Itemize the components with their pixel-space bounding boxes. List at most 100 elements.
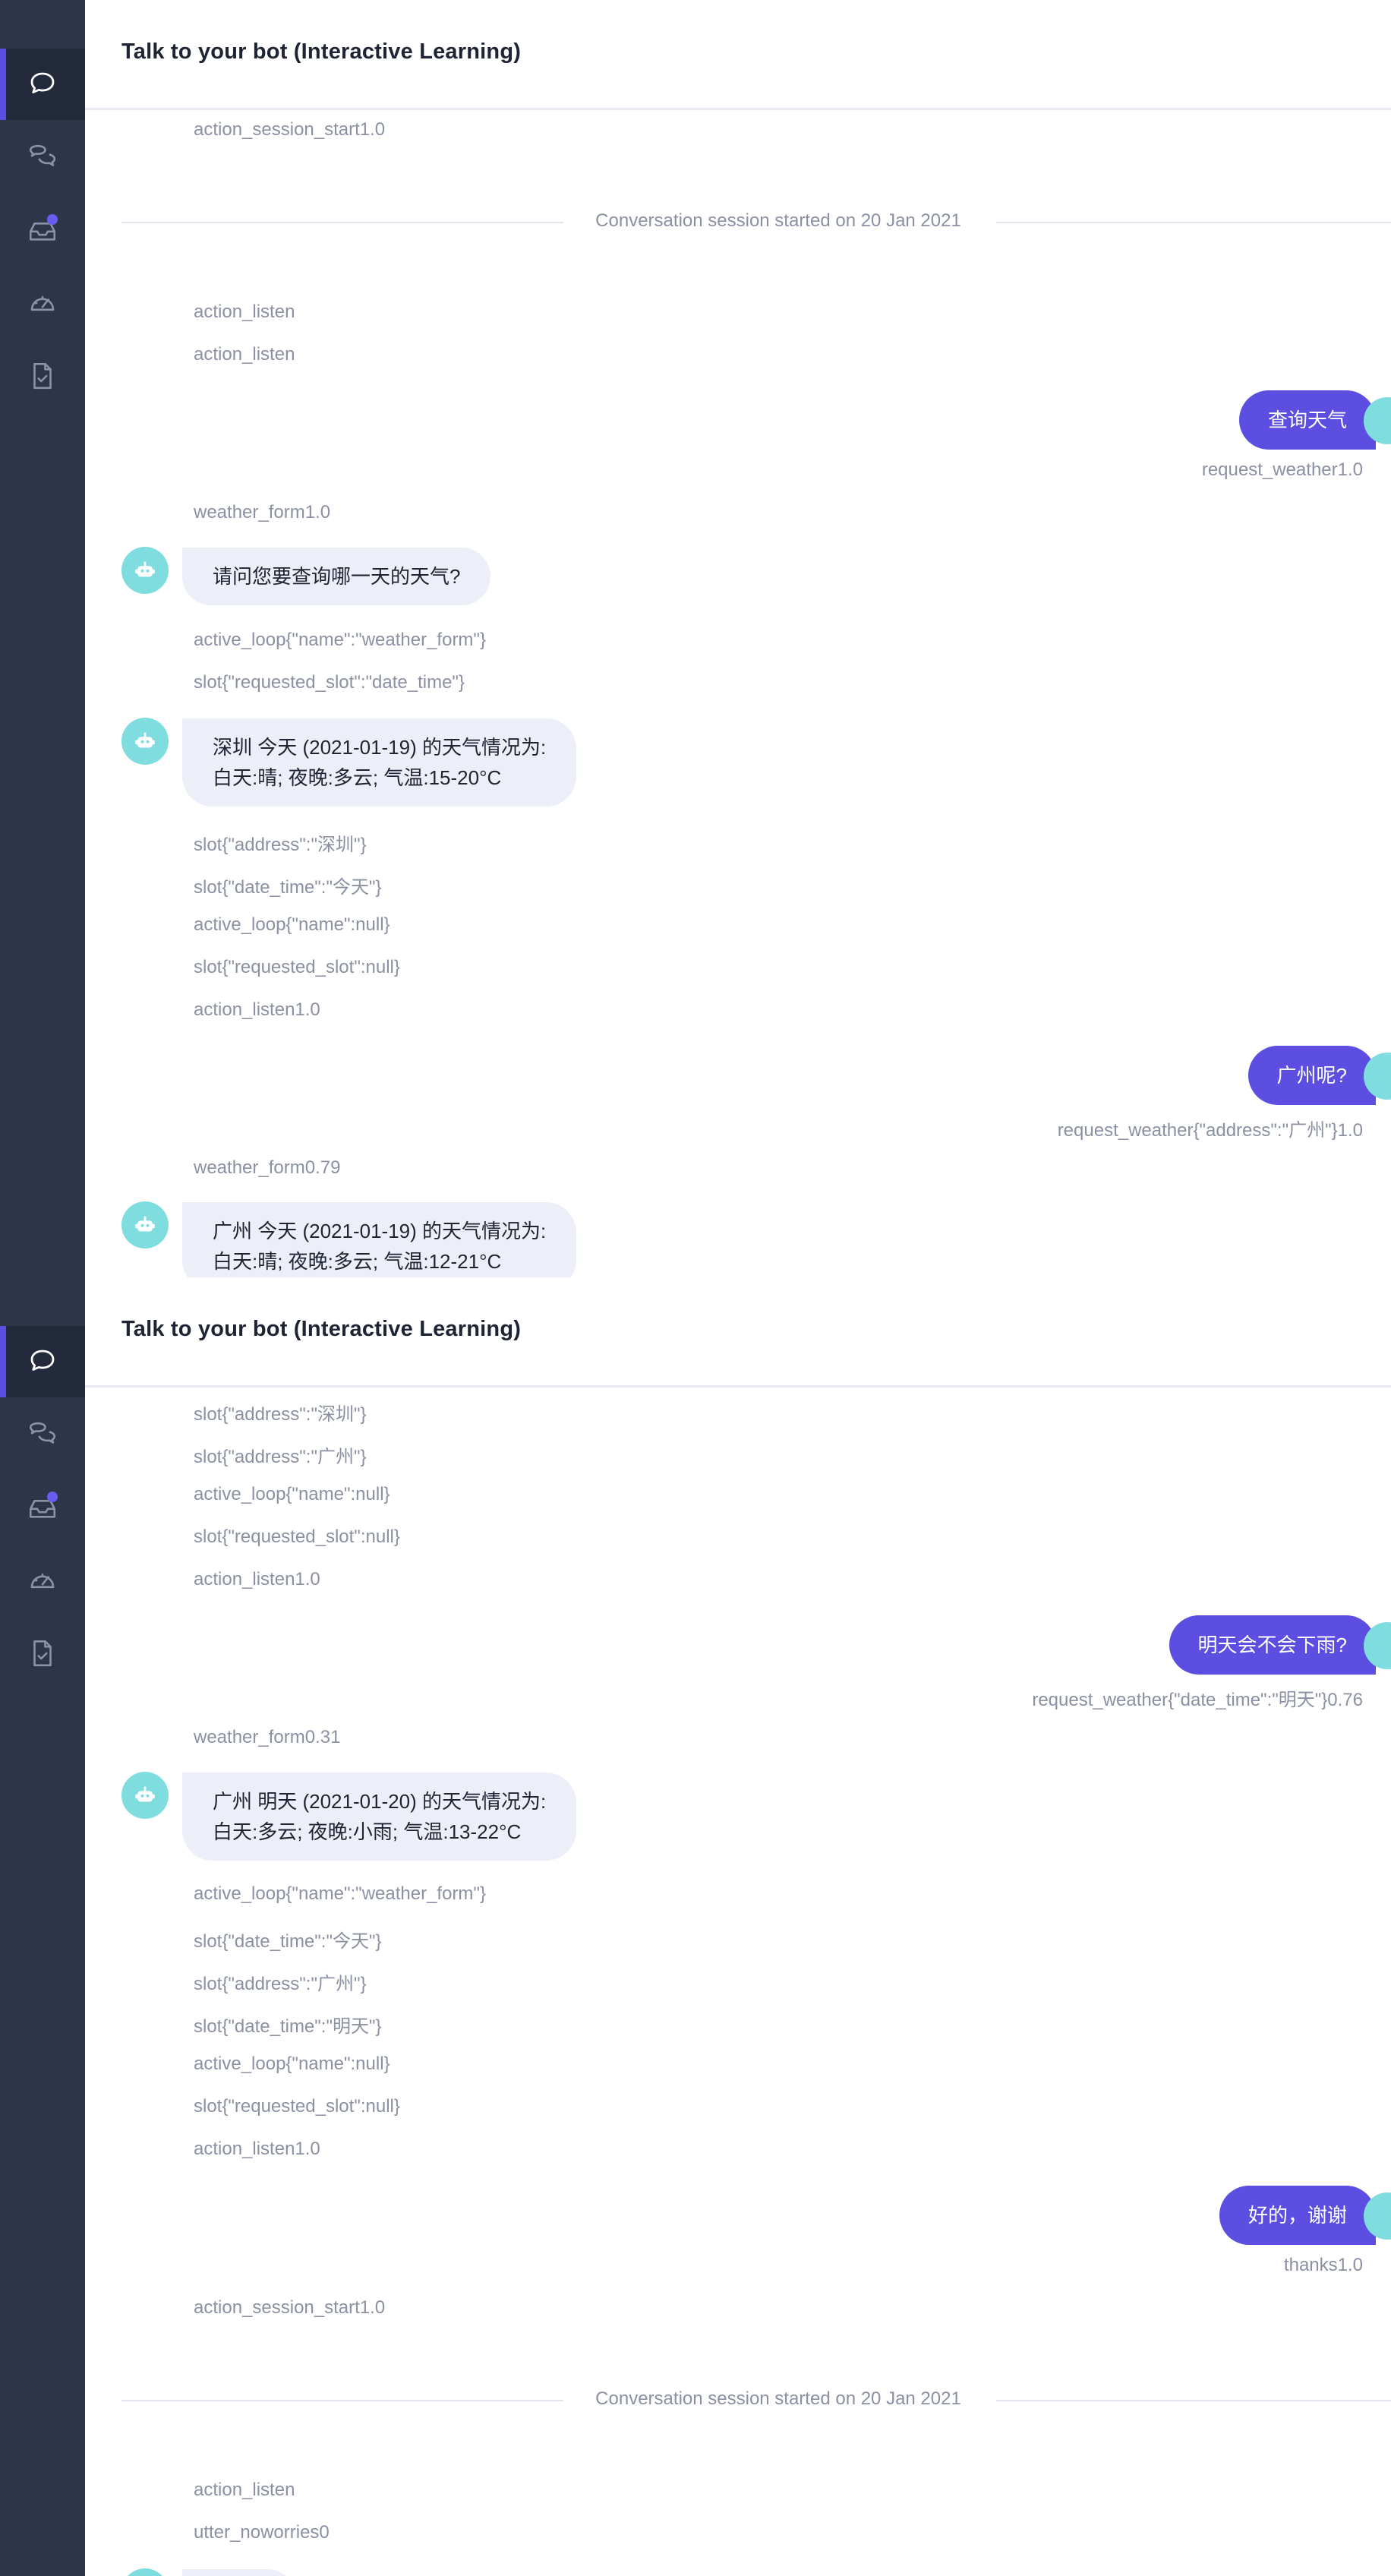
checklist-icon [33, 1640, 52, 1667]
bot-avatar [121, 1201, 169, 1249]
robot-icon [135, 1786, 155, 1802]
bot-avatar [121, 718, 169, 765]
robot-icon [135, 732, 155, 748]
user-message-text: 好的，谢谢 [1247, 2204, 1347, 2227]
bot-message-line: 白天:多云; 夜晚:小雨; 气温:13-22°C [213, 1820, 522, 1843]
robot-icon [135, 1216, 155, 1232]
chat-bubble-icon [30, 1350, 55, 1371]
user-avatar [1364, 1053, 1391, 1100]
event-label: slot{"date_time":"今天"} [194, 1931, 382, 1952]
bot-message-line: 请问您要查询哪一天的天气? [213, 565, 461, 588]
gauge-icon [30, 295, 55, 311]
event-label: active_loop{"name":"weather_form"} [194, 1883, 486, 1904]
sidebar-item-talk[interactable] [0, 49, 85, 120]
sidebar [0, 1277, 85, 2576]
bot-message-line: 广州 今天 (2021-01-19) 的天气情况为: [213, 1220, 547, 1242]
conversation-view[interactable]: slot{"address":"深圳"} slot{"address":"广州"… [85, 1387, 1391, 2576]
event-label: active_loop{"name":null} [194, 914, 390, 935]
event-label: slot{"address":"广州"} [194, 1974, 367, 1994]
user-message: 好的，谢谢 [1219, 2186, 1391, 2245]
user-message-text: 查询天气 [1267, 409, 1347, 431]
chat-bubble-icon [30, 72, 55, 93]
session-separator: Conversation session started on 20 Jan 2… [595, 2388, 961, 2409]
gauge-icon [30, 1573, 55, 1589]
sidebar-item-conversations[interactable] [0, 122, 85, 193]
user-avatar [1364, 1622, 1391, 1669]
conversation-view[interactable]: action_session_start1.0 Conversation ses… [85, 110, 1391, 1277]
event-label: action_session_start1.0 [194, 119, 386, 140]
sidebar-item-talk[interactable] [0, 1326, 85, 1397]
event-label: slot{"address":"深圳"} [194, 1404, 367, 1425]
user-message: 明天会不会下雨? [1169, 1615, 1391, 1675]
user-message-text: 明天会不会下雨? [1197, 1634, 1347, 1656]
event-label: active_loop{"name":"weather_form"} [194, 630, 486, 650]
bot-message: 广州 明天 (2021-01-20) 的天气情况为: 白天:多云; 夜晚:小雨;… [182, 1773, 577, 1861]
conversations-icon [29, 1422, 56, 1444]
bot-message-line: 深圳 今天 (2021-01-19) 的天气情况为: [213, 736, 547, 759]
sidebar-item-insights[interactable] [0, 1545, 85, 1616]
separator-line [996, 2400, 1391, 2401]
bot-message: 请问您要查询哪一天的天气? [182, 548, 491, 605]
separator-line [121, 222, 563, 223]
bot-message-line: 广州 明天 (2021-01-20) 的天气情况为: [213, 1790, 547, 1813]
event-label: slot{"date_time":"明天"} [194, 2016, 382, 2037]
conversations-icon [29, 144, 56, 166]
event-label: action_listen [194, 2480, 295, 2500]
event-label: active_loop{"name":null} [194, 1484, 390, 1504]
page-title: Talk to your bot (Interactive Learning) [121, 39, 522, 64]
bot-avatar [121, 1772, 169, 1819]
bot-avatar [121, 547, 169, 594]
user-message-text: 广州呢? [1276, 1064, 1347, 1087]
event-label: action_listen [194, 301, 295, 322]
event-label: utter_noworries0 [194, 2522, 330, 2543]
sidebar-item-inbox[interactable] [0, 1472, 85, 1543]
event-label: slot{"requested_slot":null} [194, 2096, 400, 2117]
user-message: 广州呢? [1247, 1046, 1391, 1105]
user-message: 查询天气 [1238, 390, 1391, 450]
sidebar [0, 0, 85, 1277]
header: Talk to your bot (Interactive Learning) [85, 1277, 1391, 1387]
intent-label: request_weather1.0 [1201, 459, 1363, 480]
bot-message-line: 白天:晴; 夜晚:多云; 气温:15-20°C [213, 766, 502, 789]
notification-badge [47, 214, 58, 225]
bot-message: 广州 今天 (2021-01-19) 的天气情况为: 白天:晴; 夜晚:多云; … [182, 1202, 577, 1277]
chat-panel-bottom: Talk to your bot (Interactive Learning) … [0, 1277, 1391, 2576]
bot-message: 深圳 今天 (2021-01-19) 的天气情况为: 白天:晴; 夜晚:多云; … [182, 718, 577, 807]
bot-message [182, 2569, 296, 2576]
user-avatar [1364, 397, 1391, 444]
chat-panel-top: Talk to your bot (Interactive Learning) … [0, 0, 1391, 1277]
page-title: Talk to your bot (Interactive Learning) [121, 1317, 522, 1341]
checklist-icon [33, 362, 52, 390]
bot-message-line: 白天:晴; 夜晚:多云; 气温:12-21°C [213, 1250, 502, 1273]
event-label: action_listen1.0 [194, 2139, 320, 2159]
bot-avatar [121, 2568, 169, 2576]
event-label: slot{"address":"深圳"} [194, 835, 367, 855]
separator-line [121, 2400, 563, 2401]
event-label: weather_form1.0 [194, 502, 331, 522]
event-label: slot{"address":"广州"} [194, 1447, 367, 1467]
robot-icon [135, 561, 155, 577]
intent-label: request_weather{"date_time":"明天"}0.76 [1032, 1690, 1363, 1710]
intent-label: thanks1.0 [1283, 2255, 1363, 2275]
event-label: action_listen [194, 344, 295, 365]
intent-label: request_weather{"address":"广州"}1.0 [1057, 1120, 1363, 1141]
session-separator: Conversation session started on 20 Jan 2… [595, 210, 961, 231]
event-label: slot{"date_time":"今天"} [194, 877, 382, 898]
event-label: slot{"requested_slot":null} [194, 1526, 400, 1547]
event-label: slot{"requested_slot":null} [194, 957, 400, 977]
event-label: action_listen1.0 [194, 1569, 320, 1589]
event-label: action_listen1.0 [194, 999, 320, 1020]
user-avatar [1364, 2192, 1391, 2240]
sidebar-item-inbox[interactable] [0, 194, 85, 266]
sidebar-item-tests[interactable] [0, 1618, 85, 1689]
event-label: weather_form0.31 [194, 1727, 341, 1747]
separator-line [996, 222, 1391, 223]
event-label: weather_form0.79 [194, 1157, 341, 1178]
event-label: active_loop{"name":null} [194, 2054, 390, 2074]
notification-badge [47, 1492, 58, 1502]
sidebar-item-tests[interactable] [0, 340, 85, 412]
sidebar-item-conversations[interactable] [0, 1399, 85, 1470]
event-label: slot{"requested_slot":"date_time"} [194, 672, 465, 693]
sidebar-item-insights[interactable] [0, 267, 85, 339]
header: Talk to your bot (Interactive Learning) [85, 0, 1391, 110]
